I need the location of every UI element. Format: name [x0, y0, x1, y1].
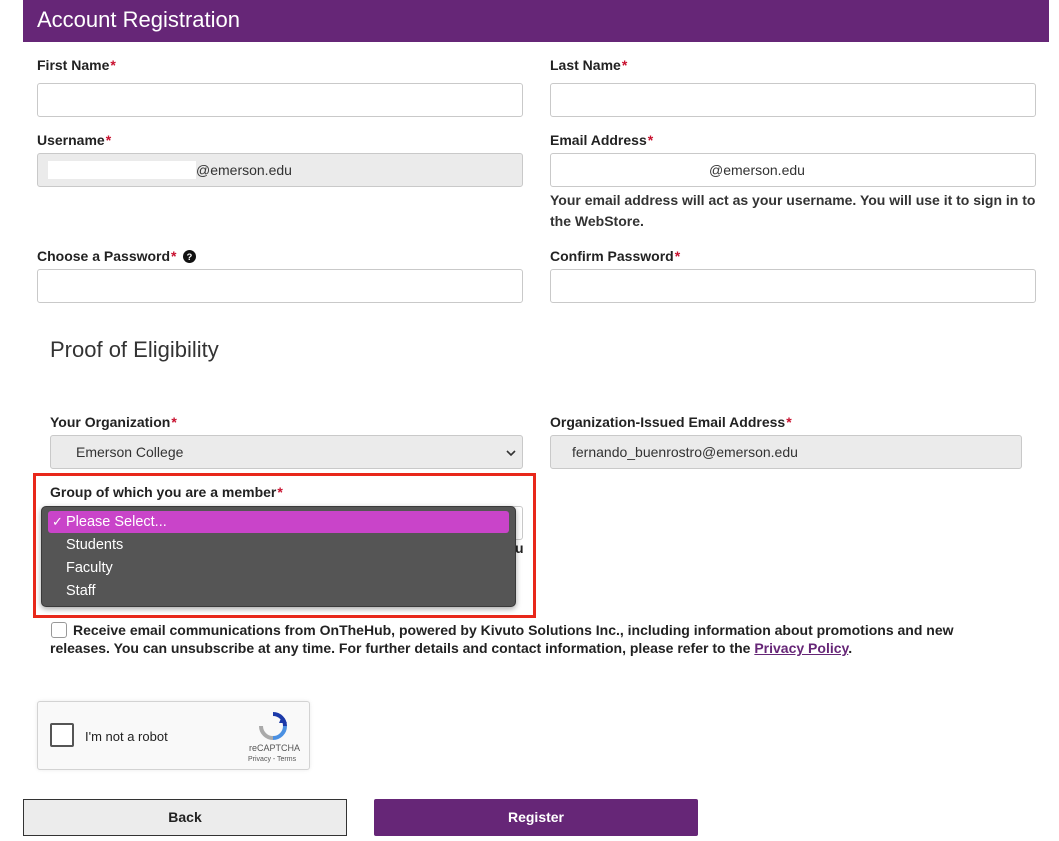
question-circle-icon[interactable]: ? [183, 250, 197, 263]
recaptcha-privacy-terms-links[interactable]: Privacy - Terms [248, 756, 296, 763]
required-mark: * [621, 57, 628, 73]
recaptcha-checkbox[interactable] [50, 723, 74, 747]
checkmark-icon: ✓ [52, 514, 63, 529]
section-title-eligibility: Proof of Eligibility [50, 337, 219, 362]
required-mark: * [171, 248, 177, 264]
password-input[interactable] [37, 269, 523, 303]
required-mark: * [105, 132, 112, 148]
page-header: Account Registration [23, 0, 1049, 42]
required-mark: * [674, 248, 681, 264]
first-name-label: First Name* [37, 57, 116, 73]
privacy-policy-link[interactable]: Privacy Policy [754, 640, 848, 656]
confirm-password-input[interactable] [550, 269, 1036, 303]
redacted-username [48, 161, 196, 179]
required-mark: * [786, 414, 792, 430]
org-email-value: fernando_buenrostro@emerson.edu [572, 444, 798, 460]
required-mark: * [647, 132, 654, 148]
password-label: Choose a Password* ? [37, 248, 197, 264]
org-email-field: fernando_buenrostro@emerson.edu [550, 435, 1022, 469]
confirm-password-label: Confirm Password* [550, 248, 681, 264]
first-name-input[interactable] [37, 83, 523, 117]
email-label: Email Address* [550, 132, 654, 148]
email-value: @emerson.edu [709, 162, 805, 178]
username-domain-suffix: @emerson.edu [196, 162, 292, 178]
recaptcha-label: I'm not a robot [85, 729, 168, 744]
email-input[interactable]: @emerson.edu [550, 153, 1036, 187]
recaptcha-brand: reCAPTCHA [249, 743, 301, 753]
organization-select[interactable]: Emerson College [50, 435, 523, 469]
required-mark: * [110, 57, 116, 73]
back-button[interactable]: Back [23, 799, 347, 836]
register-button[interactable]: Register [374, 799, 698, 836]
username-label: Username* [37, 132, 112, 148]
consent-text: Receive email communications from OnTheH… [50, 622, 954, 656]
dropdown-option-faculty[interactable]: Faculty [48, 557, 509, 579]
dropdown-option-students[interactable]: Students [48, 534, 509, 556]
last-name-input[interactable] [550, 83, 1036, 117]
org-email-label: Organization-Issued Email Address* [550, 414, 792, 430]
organization-label: Your Organization* [50, 414, 177, 430]
chevron-down-icon [506, 450, 516, 457]
required-mark: * [171, 414, 177, 430]
dropdown-option-staff[interactable]: Staff [48, 580, 509, 602]
svg-text:?: ? [187, 252, 193, 262]
organization-value: Emerson College [76, 444, 184, 460]
recaptcha-widget: I'm not a robot reCAPTCHA Privacy - Term… [37, 701, 310, 770]
page-title: Account Registration [37, 7, 240, 32]
username-field[interactable]: @emerson.edu [37, 153, 523, 187]
group-dropdown-menu[interactable]: ✓ Please Select... Students Faculty Staf… [41, 506, 516, 607]
recaptcha-logo-icon [259, 712, 287, 740]
last-name-label: Last Name* [550, 57, 628, 73]
dropdown-option-please-select[interactable]: ✓ Please Select... [48, 511, 509, 533]
email-help-text: Your email address will act as your user… [550, 192, 1036, 229]
